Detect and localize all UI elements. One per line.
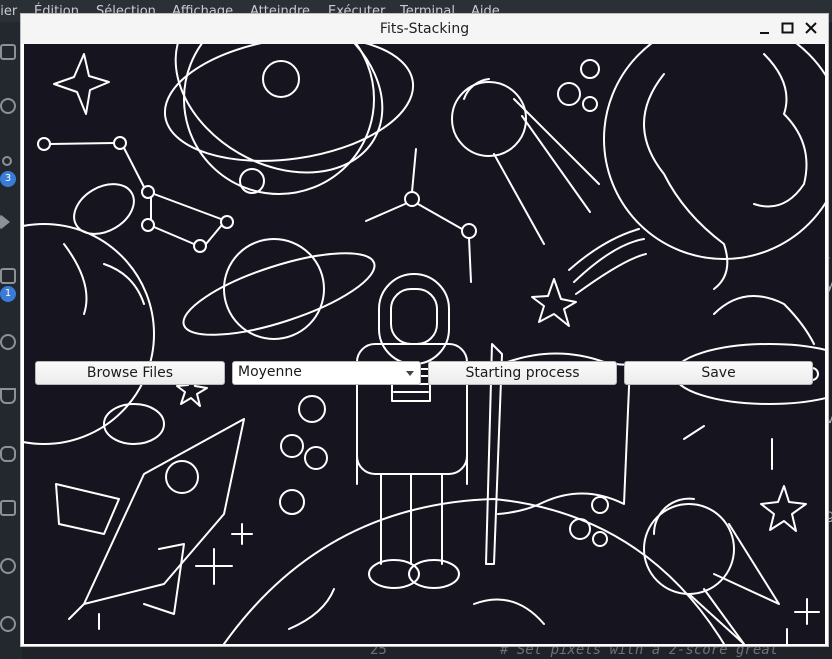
accounts-icon[interactable] [0, 616, 16, 632]
space-doodle-illustration [24, 44, 825, 644]
source-control-icon[interactable] [2, 156, 12, 166]
source-control-badge: 3 [0, 171, 16, 187]
browse-files-button[interactable]: Browse Files [35, 361, 225, 385]
ide-menu-item[interactable]: hier [0, 4, 17, 19]
star-large [53, 53, 110, 115]
close-button[interactable] [800, 17, 822, 39]
title-bar[interactable]: Fits-Stacking [21, 14, 828, 44]
notebook-icon[interactable] [0, 500, 16, 516]
window-title: Fits-Stacking [379, 21, 470, 37]
stacking-method-select[interactable]: Moyenne [232, 361, 421, 385]
extensions-badge: 1 [0, 286, 16, 302]
testing-icon[interactable] [0, 388, 16, 404]
constellation [37, 136, 234, 253]
extensions-icon[interactable] [0, 268, 16, 284]
star-right [760, 485, 807, 532]
line-number: 25 [370, 644, 387, 658]
starting-process-button[interactable]: Starting process [428, 361, 617, 385]
maximize-icon [781, 22, 794, 34]
save-button[interactable]: Save [624, 361, 813, 385]
python-icon[interactable] [0, 446, 16, 462]
fits-stacking-window: Fits-Stacking Browse Files Moyenne Start… [21, 14, 828, 646]
run-debug-icon[interactable] [0, 214, 10, 230]
bubble [591, 496, 609, 514]
ufo-drawing [673, 295, 825, 405]
bubble [280, 434, 304, 458]
code-comment: # Set pixels with a z-score great [500, 644, 779, 658]
stacking-method-value: Moyenne [238, 364, 302, 380]
planet-left [24, 183, 165, 445]
earth-drawing [603, 44, 825, 290]
bubble [304, 446, 328, 470]
molecule-drawing [365, 148, 477, 283]
maximize-button[interactable] [777, 17, 799, 39]
chevron-down-icon [406, 371, 414, 376]
sputnik-drawing [451, 59, 600, 245]
rocket-drawing [55, 418, 253, 630]
bubble [279, 489, 305, 515]
image-canvas: Browse Files Moyenne Starting process Sa… [24, 44, 825, 644]
atom-drawing [163, 44, 415, 195]
ide-activity-bar: 3 1 [0, 22, 22, 659]
ide-editor-bottom: 25 # Set pixels with a z-score great [22, 644, 832, 659]
remote-icon[interactable] [0, 334, 16, 350]
moon-craters [288, 588, 545, 630]
decor-lines [683, 425, 773, 470]
shooting-star [531, 228, 647, 327]
explorer-icon[interactable] [0, 44, 16, 60]
minimize-button[interactable] [754, 17, 776, 39]
astronaut-drawing [356, 273, 468, 589]
ringed-planet [182, 238, 376, 340]
github-icon[interactable] [0, 558, 16, 574]
bubble [592, 531, 608, 547]
bubble [298, 395, 326, 423]
search-icon[interactable] [0, 98, 16, 114]
minimize-icon [760, 32, 769, 34]
close-icon [805, 22, 817, 34]
